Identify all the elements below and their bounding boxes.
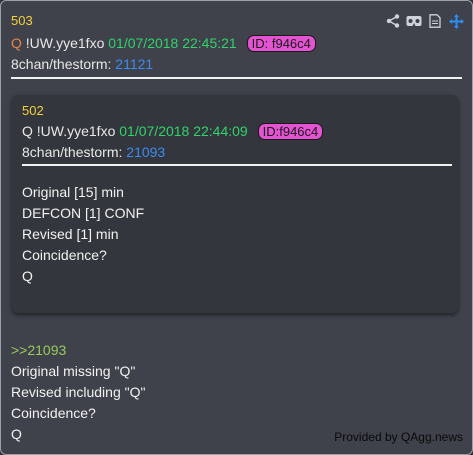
quoted-text-line: Coincidence? [22, 247, 107, 263]
post-text-line: Original missing "Q" [11, 363, 136, 379]
post-text-line: Coincidence? [11, 405, 96, 421]
post-card: 503 Q !UW.yye1fxo 01/07/2018 22:45:21 ID… [0, 0, 473, 455]
board-label: 8chan/thestorm: [22, 144, 123, 160]
vr-glasses-icon[interactable] [406, 13, 422, 29]
quoted-text-line: Q [22, 268, 33, 284]
quoted-date: 01/07/2018 22:44:09 [119, 123, 248, 139]
quoted-text-line: Original [15] min [22, 184, 124, 200]
q-label: Q [11, 35, 22, 51]
quoted-post-link[interactable]: 21093 [126, 144, 165, 160]
id-badge: ID:f946c4 [257, 123, 324, 140]
divider [22, 164, 452, 166]
q-label: Q [22, 123, 33, 139]
quoted-text-line: DEFCON [1] CONF [22, 205, 145, 221]
quoted-board-line: 8chan/thestorm: 21093 [22, 144, 165, 160]
post-link[interactable]: 21121 [115, 56, 153, 72]
post-text-line: Q [11, 426, 22, 442]
quoted-text-line: Revised [1] min [22, 226, 119, 242]
tripcode: !UW.yye1fxo [25, 35, 105, 51]
quoted-post: 502 Q !UW.yye1fxo 01/07/2018 22:44:09 ID… [12, 95, 458, 313]
share-icon[interactable] [385, 13, 401, 29]
footer-credit: Provided by QAgg.news [334, 430, 463, 444]
board-line: 8chan/thestorm: 21121 [11, 56, 153, 72]
post-text-line: Revised including "Q" [11, 384, 146, 400]
move-icon[interactable] [448, 13, 464, 29]
post-header: Q !UW.yye1fxo 01/07/2018 22:45:21 ID: f9… [11, 35, 316, 52]
post-toolbar [385, 13, 464, 29]
board-label: 8chan/thestorm: [11, 56, 112, 72]
divider [11, 77, 462, 79]
id-badge: ID: f946c4 [246, 35, 316, 52]
reply-link[interactable]: >>21093 [11, 342, 66, 358]
tripcode: !UW.yye1fxo [36, 123, 116, 139]
post-date: 01/07/2018 22:45:21 [108, 35, 237, 51]
document-icon[interactable] [427, 13, 443, 29]
post-number: 503 [11, 13, 33, 28]
quoted-post-number: 502 [22, 103, 44, 118]
quoted-header: Q !UW.yye1fxo 01/07/2018 22:44:09 ID:f94… [22, 123, 324, 140]
